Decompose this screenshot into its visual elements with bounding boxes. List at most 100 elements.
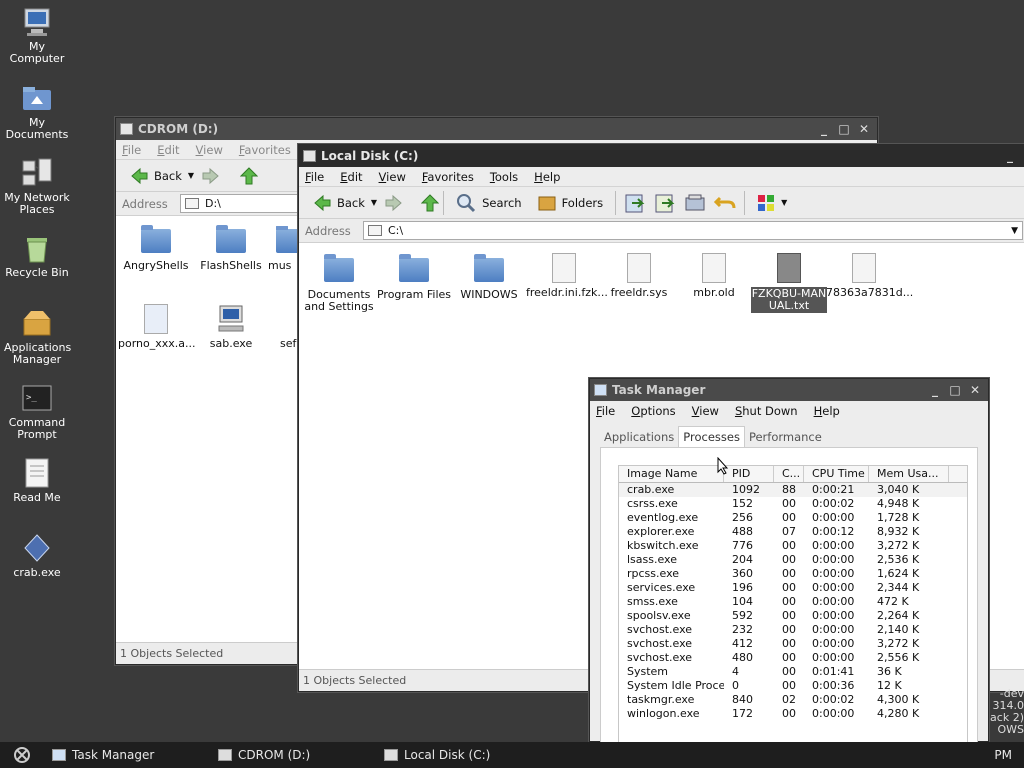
table-row[interactable]: lsass.exe 204 00 0:00:00 2,536 K xyxy=(619,553,967,567)
file-item[interactable]: sef xyxy=(268,304,298,350)
copy-to-icon[interactable] xyxy=(654,192,676,214)
table-row[interactable]: rpcss.exe 360 00 0:00:00 1,624 K xyxy=(619,567,967,581)
maximize-button[interactable]: □ xyxy=(948,383,962,397)
file-item[interactable]: mus xyxy=(268,226,298,272)
taskbar-item-task-manager[interactable]: Task Manager xyxy=(44,744,210,766)
table-row[interactable]: services.exe 196 00 0:00:00 2,344 K xyxy=(619,581,967,595)
menu-view[interactable]: View xyxy=(196,143,223,157)
tab-applications[interactable]: Applications xyxy=(600,427,678,447)
chevron-down-icon[interactable]: ▼ xyxy=(781,198,787,207)
desktop-icon-my-computer[interactable]: My Computer xyxy=(4,6,70,65)
file-item[interactable]: porno_xxx.a... xyxy=(118,304,196,350)
process-table[interactable]: Image Name PID C... CPU Time Mem Usa... … xyxy=(618,465,968,751)
maximize-button[interactable]: □ xyxy=(837,122,851,136)
taskbar-item-cdrom[interactable]: CDROM (D:) xyxy=(210,744,376,766)
cdrom-titlebar[interactable]: CDROM (D:) _ □ ✕ xyxy=(116,118,877,140)
desktop-icon-applications[interactable]: Applications Manager xyxy=(4,307,71,366)
forward-arrow-icon[interactable] xyxy=(202,167,220,185)
menu-file[interactable]: File xyxy=(596,404,615,418)
file-item[interactable]: FlashShells xyxy=(193,225,269,272)
file-item-selected[interactable]: FZKQBU-MANUAL.txt xyxy=(751,253,827,313)
start-button[interactable] xyxy=(0,746,44,764)
menu-edit[interactable]: Edit xyxy=(157,143,179,157)
delete-icon[interactable] xyxy=(684,192,706,214)
desktop-icon-read-me[interactable]: Read Me xyxy=(4,457,70,504)
desktop-icon-my-documents[interactable]: My Documents xyxy=(4,82,70,141)
table-row[interactable]: svchost.exe 480 00 0:00:00 2,556 K xyxy=(619,651,967,665)
table-row[interactable]: winlogon.exe 172 00 0:00:00 4,280 K xyxy=(619,707,967,721)
task-manager-titlebar[interactable]: Task Manager _ □ ✕ xyxy=(590,379,988,401)
menu-view[interactable]: View xyxy=(692,404,719,418)
table-row[interactable]: System 4 00 0:01:41 36 K xyxy=(619,665,967,679)
menu-favorites[interactable]: Favorites xyxy=(422,170,474,184)
file-item[interactable]: freeldr.sys xyxy=(601,253,677,299)
menu-file[interactable]: File xyxy=(122,143,141,157)
start-logo-icon xyxy=(14,747,30,763)
menu-shut-down[interactable]: Shut Down xyxy=(735,404,798,418)
file-item[interactable]: mbr.old xyxy=(676,253,752,299)
back-button[interactable]: Back ▼ xyxy=(305,189,385,217)
views-button[interactable]: ▼ xyxy=(749,189,795,217)
column-cpu-time[interactable]: CPU Time xyxy=(804,466,869,482)
desktop-icon-crab-exe[interactable]: crab.exe xyxy=(4,532,70,579)
up-arrow-icon[interactable] xyxy=(240,166,259,185)
move-to-icon[interactable] xyxy=(624,192,646,214)
chevron-down-icon[interactable]: ▼ xyxy=(188,171,194,180)
table-row[interactable]: eventlog.exe 256 00 0:00:00 1,728 K xyxy=(619,511,967,525)
table-row[interactable]: csrss.exe 152 00 0:00:02 4,948 K xyxy=(619,497,967,511)
folders-button[interactable]: Folders xyxy=(530,189,612,217)
search-button[interactable]: Search xyxy=(448,189,530,217)
table-row[interactable]: explorer.exe 488 07 0:00:12 8,932 K xyxy=(619,525,967,539)
menu-view[interactable]: View xyxy=(379,170,406,184)
up-arrow-icon[interactable] xyxy=(421,193,440,212)
table-row[interactable]: crab.exe 1092 88 0:00:21 3,040 K xyxy=(619,483,967,497)
table-row[interactable]: smss.exe 104 00 0:00:00 472 K xyxy=(619,595,967,609)
table-row[interactable]: spoolsv.exe 592 00 0:00:00 2,264 K xyxy=(619,609,967,623)
forward-arrow-icon[interactable] xyxy=(385,194,403,212)
address-input[interactable]: C:\ ▼ xyxy=(363,221,1023,240)
table-row[interactable]: kbswitch.exe 776 00 0:00:00 3,272 K xyxy=(619,539,967,553)
menu-help[interactable]: Help xyxy=(534,170,560,184)
minimize-button[interactable]: _ xyxy=(817,122,831,136)
file-item[interactable]: AngryShells xyxy=(118,225,194,272)
task-manager-window[interactable]: Task Manager _ □ ✕ File Options View Shu… xyxy=(589,378,989,751)
desktop-icon-recycle-bin[interactable]: Recycle Bin xyxy=(4,232,70,279)
taskbar-item-local-disk[interactable]: Local Disk (C:) xyxy=(376,744,542,766)
undo-icon[interactable] xyxy=(714,192,736,214)
file-item[interactable]: Documents and Settings xyxy=(301,254,377,313)
table-row[interactable]: svchost.exe 412 00 0:00:00 3,272 K xyxy=(619,637,967,651)
table-row[interactable]: taskmgr.exe 840 02 0:00:02 4,300 K xyxy=(619,693,967,707)
localdisk-titlebar[interactable]: Local Disk (C:) _ xyxy=(299,145,1024,167)
table-cell: 00 xyxy=(782,567,796,580)
menu-favorites[interactable]: Favorites xyxy=(239,143,291,157)
table-row[interactable]: System Idle Process0000:00:3612 K xyxy=(619,679,967,693)
desktop-icon-network[interactable]: My Network Places xyxy=(4,157,70,216)
column-mem-usage[interactable]: Mem Usa... xyxy=(869,466,949,482)
file-item[interactable]: sab.exe xyxy=(193,304,269,350)
tab-performance[interactable]: Performance xyxy=(745,427,826,447)
menu-help[interactable]: Help xyxy=(814,404,840,418)
back-button[interactable]: Back ▼ xyxy=(122,162,202,190)
minimize-button[interactable]: _ xyxy=(1003,149,1017,163)
menu-options[interactable]: Options xyxy=(631,404,675,418)
file-item[interactable]: 78363a7831d... xyxy=(826,253,913,299)
chevron-down-icon[interactable]: ▼ xyxy=(371,198,377,207)
chevron-down-icon[interactable]: ▼ xyxy=(1011,226,1018,236)
tab-processes[interactable]: Processes xyxy=(678,426,745,447)
clock[interactable]: PM xyxy=(994,748,1012,762)
close-button[interactable]: ✕ xyxy=(968,383,982,397)
crab-exe-icon xyxy=(21,532,53,564)
menu-edit[interactable]: Edit xyxy=(340,170,362,184)
column-image-name[interactable]: Image Name xyxy=(619,466,724,482)
file-item[interactable]: freeldr.ini.fzk... xyxy=(526,253,608,299)
menu-file[interactable]: File xyxy=(305,170,324,184)
column-pid[interactable]: PID xyxy=(724,466,774,482)
file-item[interactable]: Program Files xyxy=(376,254,452,301)
file-item[interactable]: WINDOWS xyxy=(451,254,527,301)
desktop-icon-command-prompt[interactable]: >_ Command Prompt xyxy=(4,382,70,441)
column-cpu[interactable]: C... xyxy=(774,466,804,482)
table-row[interactable]: svchost.exe 232 00 0:00:00 2,140 K xyxy=(619,623,967,637)
close-button[interactable]: ✕ xyxy=(857,122,871,136)
minimize-button[interactable]: _ xyxy=(928,383,942,397)
menu-tools[interactable]: Tools xyxy=(490,170,518,184)
